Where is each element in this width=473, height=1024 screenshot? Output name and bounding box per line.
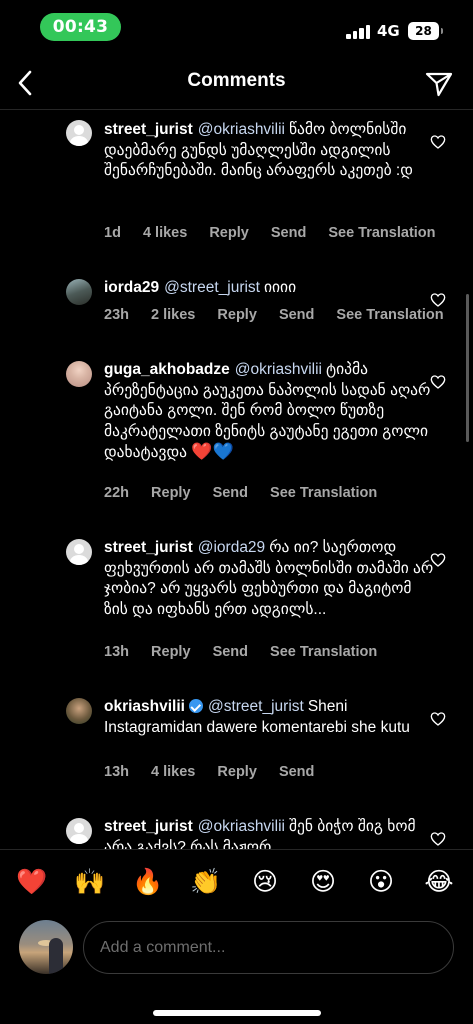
- comment-mention[interactable]: @iorda29: [198, 539, 265, 556]
- paper-plane-icon: [425, 72, 453, 97]
- current-user-avatar: [19, 920, 73, 974]
- network-type: 4G: [377, 22, 400, 40]
- heart-icon[interactable]: [430, 552, 446, 568]
- comment-meta: 13h Reply Send See Translation: [104, 644, 395, 660]
- comment-mention[interactable]: @okriashvilii: [198, 818, 285, 835]
- comment-username[interactable]: guga_akhobadze: [104, 361, 230, 378]
- reply-button[interactable]: Reply: [151, 485, 191, 501]
- comment-meta: 13h 4 likes Reply Send: [104, 764, 332, 780]
- comment-content: street_jurist @okriashvilii შენ ბიჭო შიგ ხ…: [104, 817, 434, 849]
- comments-list: street_jurist @okriashvilii წამო ბოლნისში …: [0, 111, 473, 849]
- reaction-surprised[interactable]: 😮: [364, 864, 398, 900]
- see-translation-button[interactable]: See Translation: [336, 307, 443, 323]
- comment-username[interactable]: okriashvilii: [104, 698, 185, 715]
- quick-reactions: ❤️ 🙌 🔥 👏 😢 😍 😮 😂: [0, 864, 473, 904]
- comment-content: street_jurist @iorda29 რა იი? საერთოდ ფეხვ…: [104, 538, 434, 620]
- send-button[interactable]: Send: [279, 764, 314, 780]
- avatar[interactable]: [66, 698, 92, 724]
- reaction-red-heart[interactable]: ❤️: [15, 864, 49, 900]
- reaction-crying[interactable]: 😢: [248, 864, 282, 900]
- comment-username[interactable]: street_jurist: [104, 121, 193, 138]
- likes-count[interactable]: 4 likes: [151, 764, 195, 780]
- comment-username[interactable]: street_jurist: [104, 539, 193, 556]
- comment-meta: 22h Reply Send See Translation: [104, 485, 395, 501]
- battery-icon: 28: [408, 22, 443, 40]
- reply-button[interactable]: Reply: [209, 225, 249, 241]
- reply-button[interactable]: Reply: [151, 644, 191, 660]
- heart-icon[interactable]: [430, 374, 446, 390]
- heart-emojis: ❤️💙: [191, 442, 234, 461]
- comment-mention[interactable]: @street_jurist: [164, 279, 260, 296]
- see-translation-button[interactable]: See Translation: [328, 225, 435, 241]
- avatar[interactable]: [66, 361, 92, 387]
- share-button[interactable]: [422, 68, 456, 100]
- heart-icon[interactable]: [430, 831, 446, 847]
- comment-meta: 1d 4 likes Reply Send See Translation: [104, 225, 454, 241]
- avatar[interactable]: [66, 279, 92, 305]
- see-translation-button[interactable]: See Translation: [270, 644, 377, 660]
- status-bar: 00:43 4G 28: [0, 0, 473, 56]
- likes-count[interactable]: 4 likes: [143, 225, 187, 241]
- heart-icon[interactable]: [430, 292, 446, 308]
- page-title: Comments: [187, 70, 286, 91]
- send-button[interactable]: Send: [279, 307, 314, 323]
- comment-content: street_jurist @okriashvilii წამო ბოლნისში …: [104, 120, 434, 182]
- avatar[interactable]: [66, 539, 92, 565]
- comment-time: 13h: [104, 644, 129, 660]
- send-button[interactable]: Send: [213, 644, 248, 660]
- comment-content: guga_akhobadze @okriashvilii ტიპმა პრეზენტ…: [104, 360, 434, 464]
- home-indicator: [153, 1010, 321, 1016]
- heart-icon[interactable]: [430, 711, 446, 727]
- comment-composer: ❤️ 🙌 🔥 👏 😢 😍 😮 😂: [0, 849, 473, 1024]
- see-translation-button[interactable]: See Translation: [270, 485, 377, 501]
- comment-content: iorda29 @street_jurist იიიი: [104, 278, 434, 299]
- comment-content: okriashvilii @street_jurist Sheni Instagra…: [104, 697, 434, 738]
- avatar[interactable]: [66, 120, 92, 146]
- comment-username[interactable]: street_jurist: [104, 818, 193, 835]
- comment-time: 13h: [104, 764, 129, 780]
- scrollbar[interactable]: [466, 294, 469, 442]
- reaction-clapping[interactable]: 👏: [189, 864, 223, 900]
- comment-input[interactable]: [83, 921, 454, 974]
- comment-time: 22h: [104, 485, 129, 501]
- comment-meta: 23h 2 likes Reply Send See Translation: [104, 307, 462, 323]
- status-time: 00:43: [40, 13, 121, 41]
- comment-mention[interactable]: @okriashvilii: [198, 121, 285, 138]
- comment-mention[interactable]: @street_jurist: [208, 698, 304, 715]
- reaction-raised-hands[interactable]: 🙌: [73, 864, 107, 900]
- reaction-fire[interactable]: 🔥: [131, 864, 165, 900]
- comments-header: Comments: [0, 56, 473, 110]
- reaction-laughing[interactable]: 😂: [422, 864, 456, 900]
- comment-text: იიიი: [264, 279, 297, 296]
- verified-badge-icon: [188, 699, 203, 713]
- cellular-signal-icon: [346, 24, 372, 39]
- comment-mention[interactable]: @okriashvilii: [235, 361, 322, 378]
- heart-icon[interactable]: [430, 134, 446, 150]
- comment-time: 23h: [104, 307, 129, 323]
- reply-button[interactable]: Reply: [217, 307, 257, 323]
- send-button[interactable]: Send: [271, 225, 306, 241]
- comment-time: 1d: [104, 225, 121, 241]
- comment-username[interactable]: iorda29: [104, 279, 159, 296]
- avatar[interactable]: [66, 818, 92, 844]
- reaction-heart-eyes[interactable]: 😍: [306, 864, 340, 900]
- send-button[interactable]: Send: [213, 485, 248, 501]
- reply-button[interactable]: Reply: [217, 764, 257, 780]
- likes-count[interactable]: 2 likes: [151, 307, 195, 323]
